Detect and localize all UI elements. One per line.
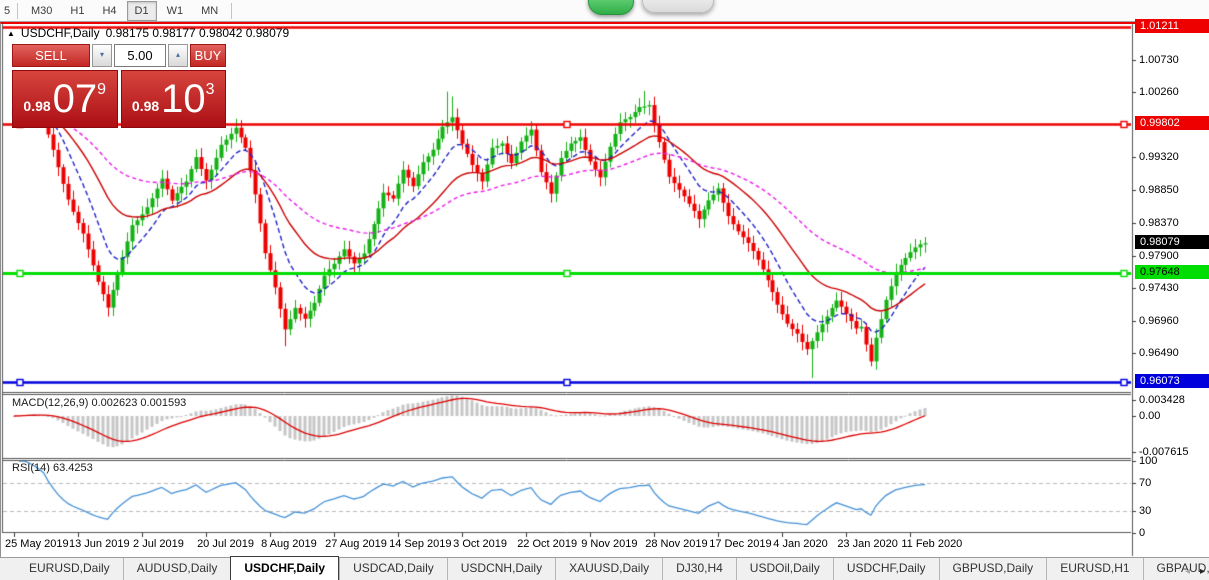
timeframe-button-m5-cropped[interactable]: 5 (1, 1, 12, 21)
symbol-tab-active[interactable]: USDCHF,Daily (230, 556, 339, 580)
sell-price-pip-digit: 9 (97, 81, 106, 99)
symbol-tab[interactable]: DJ30,H4 (662, 558, 736, 580)
price-line-badge: 0.98079 (1135, 235, 1209, 249)
volume-input[interactable] (114, 44, 166, 67)
buy-price-big-digits: 10 (161, 79, 206, 119)
macd-header: MACD(12,26,9) 0.002623 0.001593 (12, 397, 186, 409)
sell-button[interactable]: SELL (12, 44, 90, 67)
macd-axis-label: 0.00 (1139, 410, 1160, 422)
date-tick-label: 9 Nov 2019 (581, 538, 637, 550)
symbol-tab[interactable]: EURUSD,Daily (16, 558, 123, 580)
price-tick-label: 0.98850 (1139, 184, 1179, 196)
timeframe-button-h4[interactable]: H4 (94, 1, 124, 21)
price-tick-label: 1.00260 (1139, 86, 1179, 98)
symbol-tab[interactable]: EURUSD,H1 (1046, 558, 1142, 580)
mt4-terminal: 5 M30H1H4D1W1MN ▲ USDCHF,Daily 0.98175 0… (0, 0, 1209, 580)
rsi-axis-label: 0 (1139, 527, 1145, 539)
price-tick-label: 0.98370 (1139, 217, 1179, 229)
price-tick-label: 1.00730 (1139, 54, 1179, 66)
date-tick-label: 17 Dec 2019 (709, 538, 771, 550)
recorder-toggle-button[interactable] (588, 0, 634, 15)
symbol-tab[interactable]: GBPUSD,Daily (939, 558, 1047, 580)
timeframe-button-h1[interactable]: H1 (62, 1, 92, 21)
rsi-header: RSI(14) 63.4253 (12, 462, 93, 474)
date-tick-label: 4 Jan 2020 (773, 538, 827, 550)
buy-price-pip-digit: 3 (206, 81, 215, 99)
date-tick-label: 27 Aug 2019 (325, 538, 387, 550)
macd-axis-label: 0.003428 (1139, 394, 1185, 406)
timeframe-button-mn[interactable]: MN (193, 1, 226, 21)
collapse-trade-panel-icon[interactable]: ▲ (7, 29, 15, 38)
tab-scroll-right-icon[interactable]: ▸ (1200, 566, 1205, 577)
date-tick-label: 28 Nov 2019 (645, 538, 707, 550)
toolbar-separator (17, 3, 18, 19)
timeframe-button-d1[interactable]: D1 (127, 1, 157, 21)
rsi-axis-label: 100 (1139, 455, 1157, 467)
timeframe-button-m30[interactable]: M30 (23, 1, 60, 21)
rsi-value: 63.4253 (53, 462, 93, 474)
volume-increase-button[interactable]: ▴ (168, 44, 188, 67)
symbol-tab[interactable]: USDCAD,Daily (339, 558, 447, 580)
toolbar-separator (231, 3, 232, 19)
rsi-axis-label: 30 (1139, 505, 1151, 517)
price-line-badge: 0.96073 (1135, 374, 1209, 388)
chart-header: ▲ USDCHF,Daily 0.98175 0.98177 0.98042 0… (7, 26, 289, 40)
buy-price-prefix: 0.98 (132, 98, 159, 114)
buy-price-box[interactable]: 0.98 10 3 (121, 70, 227, 128)
sell-price-big-digits: 07 (53, 79, 98, 119)
price-tick-label: 0.99320 (1139, 151, 1179, 163)
macd-values: 0.002623 0.001593 (91, 397, 186, 409)
price-line-badge: 0.97648 (1135, 265, 1209, 279)
price-line-badge: 0.99802 (1135, 116, 1209, 130)
rsi-label: RSI(14) (12, 462, 50, 474)
chart-ohlc-values: 0.98175 0.98177 0.98042 0.98079 (106, 26, 290, 40)
date-tick-label: 14 Sep 2019 (389, 538, 451, 550)
symbol-tab[interactable]: AUDUSD,Daily (123, 558, 231, 580)
price-tick-label: 0.96960 (1139, 315, 1179, 327)
sell-price-box[interactable]: 0.98 07 9 (12, 70, 118, 128)
chart-symbol-period: USDCHF,Daily (21, 26, 100, 40)
date-tick-label: 13 Jun 2019 (69, 538, 130, 550)
symbol-tab[interactable]: USDCNH,Daily (447, 558, 555, 580)
date-tick-label: 25 May 2019 (5, 538, 69, 550)
one-click-trading-panel: SELL ▾ ▴ BUY 0.98 07 9 0.98 10 3 (12, 44, 226, 128)
date-tick-label: 8 Aug 2019 (261, 538, 317, 550)
date-tick-label: 22 Oct 2019 (517, 538, 577, 550)
date-tick-label: 23 Jan 2020 (837, 538, 898, 550)
buy-button[interactable]: BUY (190, 44, 226, 67)
price-tick-label: 0.96490 (1139, 347, 1179, 359)
date-tick-label: 11 Feb 2020 (901, 538, 962, 550)
rsi-axis-label: 70 (1139, 477, 1151, 489)
price-tick-label: 0.97430 (1139, 282, 1179, 294)
macd-label: MACD(12,26,9) (12, 397, 88, 409)
sell-price-prefix: 0.98 (23, 98, 50, 114)
date-tick-label: 2 Jul 2019 (133, 538, 184, 550)
timeframe-button-w1[interactable]: W1 (159, 1, 192, 21)
symbol-tab-bar: EURUSD,DailyAUDUSD,DailyUSDCHF,DailyUSDC… (0, 557, 1209, 580)
price-line-badge: 1.01211 (1135, 19, 1209, 33)
price-tick-label: 0.97900 (1139, 250, 1179, 262)
date-tick-label: 20 Jul 2019 (197, 538, 254, 550)
recorder-pill (642, 0, 714, 13)
volume-decrease-button[interactable]: ▾ (92, 44, 112, 67)
symbol-tab[interactable]: USDOil,Daily (736, 558, 833, 580)
date-tick-label: 3 Oct 2019 (453, 538, 507, 550)
symbol-tab[interactable]: USDCHF,Daily (833, 558, 939, 580)
tab-scroll-left-icon[interactable]: ◂ (1185, 566, 1190, 577)
symbol-tab[interactable]: XAUUSD,Daily (555, 558, 662, 580)
